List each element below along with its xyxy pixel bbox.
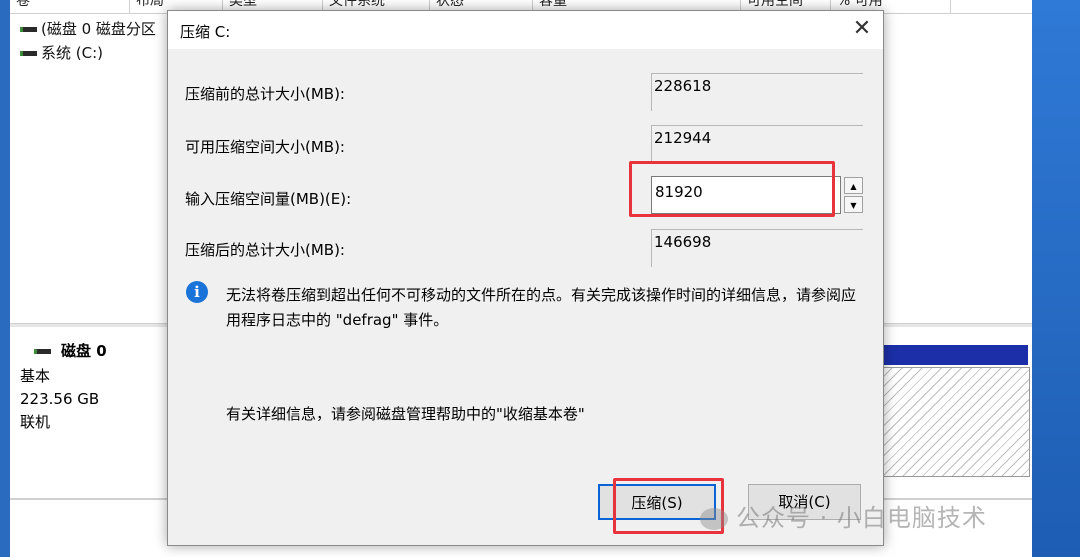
disk-status: 联机: [20, 413, 51, 431]
volume-name: 系统 (C:): [41, 44, 103, 62]
shrink-amount-label: 输入压缩空间量(MB)(E):: [185, 190, 352, 208]
volume-name: (磁盘 0 磁盘分区: [41, 20, 156, 38]
info-icon: i: [186, 281, 208, 303]
disk-info-panel[interactable]: 磁盘 0 基本 223.56 GB 联机: [20, 340, 170, 434]
info-message: 无法将卷压缩到超出任何不可移动的文件所在的点。有关完成该操作时间的详细信息，请参…: [226, 286, 857, 329]
dialog-title: 压缩 C:: [180, 23, 231, 41]
available-space-value: 212944: [651, 125, 863, 163]
volume-row[interactable]: (磁盘 0 磁盘分区: [20, 18, 156, 39]
total-after-value: 146698: [651, 229, 863, 267]
close-button[interactable]: ✕: [851, 16, 873, 41]
input-highlight-box: [629, 161, 835, 217]
watermark-text: 公众号 · 小白电脑技术: [736, 504, 987, 532]
disk-type: 基本: [20, 367, 51, 385]
total-before-label: 压缩前的总计大小(MB):: [185, 85, 345, 103]
close-icon: ✕: [852, 16, 872, 41]
disk-icon: [34, 349, 51, 354]
wechat-icon: [700, 508, 728, 530]
volume-row[interactable]: 系统 (C:): [20, 42, 103, 63]
disk-size: 223.56 GB: [20, 390, 100, 408]
dialog-titlebar[interactable]: 压缩 C: ✕: [168, 11, 883, 49]
volume-icon: [20, 51, 37, 56]
help-message: 有关详细信息，请参阅磁盘管理帮助中的"收缩基本卷": [226, 405, 585, 423]
partition-block[interactable]: [882, 367, 1030, 477]
spin-down-icon[interactable]: ▼: [844, 196, 863, 213]
partition-header-bar[interactable]: [882, 345, 1028, 365]
disk-name: 磁盘 0: [61, 342, 107, 360]
volume-icon: [20, 27, 37, 32]
spin-up-icon[interactable]: ▲: [844, 177, 863, 194]
watermark: 公众号 · 小白电脑技术: [700, 498, 987, 533]
total-after-label: 压缩后的总计大小(MB):: [185, 241, 345, 259]
column-header-volume[interactable]: 卷: [10, 0, 130, 13]
shrink-amount-stepper[interactable]: ▲ ▼: [844, 177, 863, 214]
shrink-dialog: 压缩 C: ✕ 压缩前的总计大小(MB): 228618 可用压缩空间大小(MB…: [167, 10, 884, 546]
available-space-label: 可用压缩空间大小(MB):: [185, 138, 345, 156]
desktop-background: [1032, 0, 1080, 557]
total-before-value: 228618: [651, 73, 863, 111]
